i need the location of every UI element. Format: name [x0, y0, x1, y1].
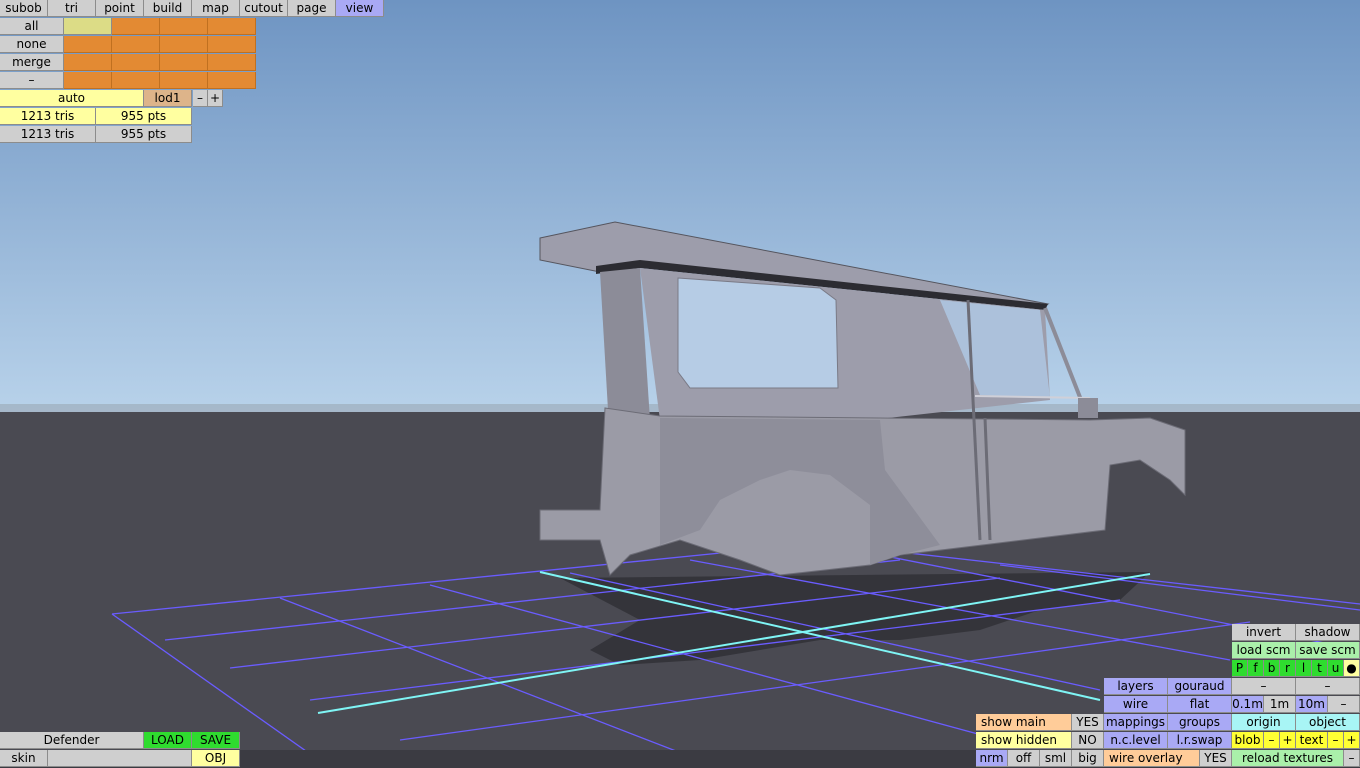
view-front-button[interactable]: f: [1248, 660, 1264, 677]
view-right-button[interactable]: r: [1280, 660, 1296, 677]
selection-cell[interactable]: [64, 36, 112, 53]
show-hidden-label: show hidden: [976, 732, 1072, 749]
view-under-button[interactable]: u: [1328, 660, 1344, 677]
model-name-field[interactable]: Defender: [0, 732, 144, 749]
lod-increase-button[interactable]: +: [208, 90, 223, 107]
select-none-button[interactable]: none: [0, 36, 64, 53]
wire-button[interactable]: wire: [1104, 696, 1168, 713]
tab-subob[interactable]: subob: [0, 0, 48, 17]
show-hidden-toggle[interactable]: NO: [1072, 732, 1104, 749]
lr-swap-button[interactable]: l.r.swap: [1168, 732, 1232, 749]
flat-button[interactable]: flat: [1168, 696, 1232, 713]
selection-cell[interactable]: [112, 54, 160, 71]
grid-10m-button[interactable]: 10m: [1296, 696, 1328, 713]
view-dot-button[interactable]: ●: [1344, 660, 1360, 677]
merge-button[interactable]: merge: [0, 54, 64, 71]
text-decrease-button[interactable]: –: [1328, 732, 1344, 749]
text-button[interactable]: text: [1296, 732, 1328, 749]
mappings-button[interactable]: mappings: [1104, 714, 1168, 731]
text-increase-button[interactable]: +: [1344, 732, 1360, 749]
tab-build[interactable]: build: [144, 0, 192, 17]
3d-viewport[interactable]: [0, 0, 1360, 768]
minus-button[interactable]: –: [1296, 678, 1360, 695]
tri-count: 1213 tris: [0, 126, 96, 143]
minus-button[interactable]: –: [1232, 678, 1296, 695]
save-button[interactable]: SAVE: [192, 732, 240, 749]
wire-overlay-label: wire overlay: [1104, 750, 1200, 767]
reload-minus-button[interactable]: –: [1344, 750, 1360, 767]
tab-point[interactable]: point: [96, 0, 144, 17]
tab-cutout[interactable]: cutout: [240, 0, 288, 17]
lod-auto-button[interactable]: auto: [0, 90, 144, 107]
lod-level-button[interactable]: lod1: [144, 90, 192, 107]
gouraud-button[interactable]: gouraud: [1168, 678, 1232, 695]
skin-label: skin: [0, 750, 48, 767]
nc-level-button[interactable]: n.c.level: [1104, 732, 1168, 749]
view-back-button[interactable]: b: [1264, 660, 1280, 677]
selection-cell[interactable]: [160, 54, 208, 71]
big-button[interactable]: big: [1072, 750, 1104, 767]
skin-field[interactable]: [48, 750, 192, 767]
groups-button[interactable]: groups: [1168, 714, 1232, 731]
blob-increase-button[interactable]: +: [1280, 732, 1296, 749]
layers-button[interactable]: layers: [1104, 678, 1168, 695]
selection-cell[interactable]: [208, 72, 256, 89]
off-button[interactable]: off: [1008, 750, 1040, 767]
show-main-label: show main: [976, 714, 1072, 731]
selection-cell[interactable]: [64, 72, 112, 89]
tab-tri[interactable]: tri: [48, 0, 96, 17]
blob-button[interactable]: blob: [1232, 732, 1264, 749]
view-top-button[interactable]: t: [1312, 660, 1328, 677]
view-perspective-button[interactable]: P: [1232, 660, 1248, 677]
wire-overlay-toggle[interactable]: YES: [1200, 750, 1232, 767]
invert-button[interactable]: invert: [1232, 624, 1296, 641]
tab-view[interactable]: view: [336, 0, 384, 17]
selection-cell[interactable]: [112, 72, 160, 89]
selection-cell[interactable]: [208, 54, 256, 71]
blob-decrease-button[interactable]: –: [1264, 732, 1280, 749]
tab-map[interactable]: map: [192, 0, 240, 17]
nrm-button[interactable]: nrm: [976, 750, 1008, 767]
obj-format-button[interactable]: OBJ: [192, 750, 240, 767]
grid-0-1m-button[interactable]: 0.1m: [1232, 696, 1264, 713]
selection-cell[interactable]: [160, 72, 208, 89]
tab-page[interactable]: page: [288, 0, 336, 17]
point-count: 955 pts: [96, 126, 192, 143]
origin-button[interactable]: origin: [1232, 714, 1296, 731]
selection-cell[interactable]: [64, 18, 112, 35]
selection-cell[interactable]: [160, 18, 208, 35]
grid-1m-button[interactable]: 1m: [1264, 696, 1296, 713]
selection-minus-button[interactable]: –: [0, 72, 64, 89]
grid-minus-button[interactable]: –: [1328, 696, 1360, 713]
select-all-button[interactable]: all: [0, 18, 64, 35]
sml-button[interactable]: sml: [1040, 750, 1072, 767]
selection-cell[interactable]: [112, 18, 160, 35]
load-scm-button[interactable]: load scm: [1232, 642, 1296, 659]
selection-cell[interactable]: [64, 54, 112, 71]
tri-count: 1213 tris: [0, 108, 96, 125]
object-button[interactable]: object: [1296, 714, 1360, 731]
selection-cell[interactable]: [208, 36, 256, 53]
load-button[interactable]: LOAD: [144, 732, 192, 749]
point-count: 955 pts: [96, 108, 192, 125]
lod-decrease-button[interactable]: –: [193, 90, 208, 107]
show-main-toggle[interactable]: YES: [1072, 714, 1104, 731]
selection-cell[interactable]: [160, 36, 208, 53]
view-left-button[interactable]: l: [1296, 660, 1312, 677]
selection-cell[interactable]: [112, 36, 160, 53]
save-scm-button[interactable]: save scm: [1296, 642, 1360, 659]
selection-cell[interactable]: [208, 18, 256, 35]
reload-textures-button[interactable]: reload textures: [1232, 750, 1344, 767]
shadow-button[interactable]: shadow: [1296, 624, 1360, 641]
